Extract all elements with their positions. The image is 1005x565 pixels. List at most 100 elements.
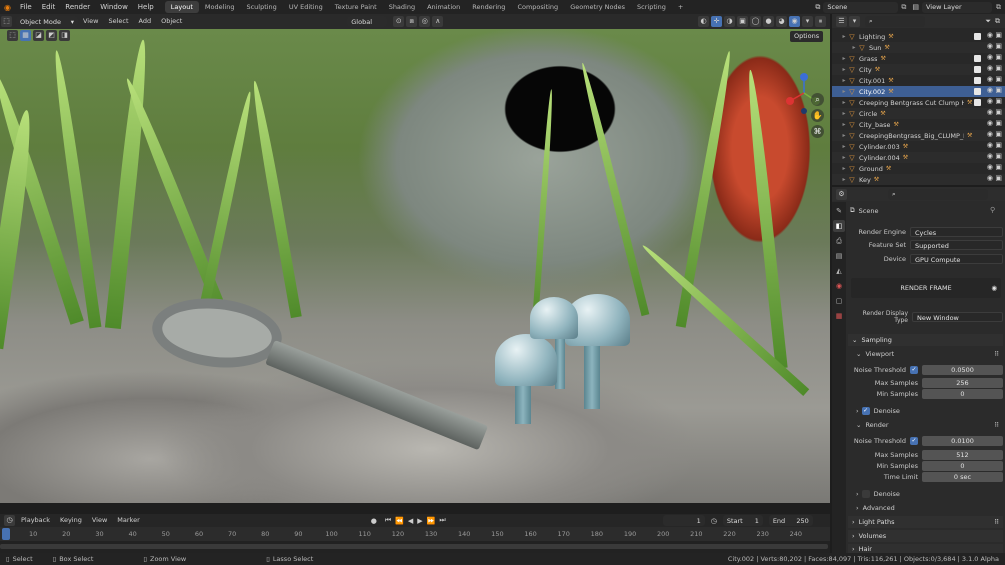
outliner-row[interactable]: ▸ ▽ City.001 ⚒ ◉ ▣ (832, 75, 1005, 86)
expand-arrow-icon[interactable]: ▸ (840, 165, 848, 172)
falloff-icon[interactable]: ∧ (432, 16, 444, 27)
workspace-tab-geometry-nodes[interactable]: Geometry Nodes (564, 1, 631, 13)
select-menu[interactable]: Select (103, 15, 133, 28)
vp-denoise-checkbox[interactable]: ✓ (861, 406, 870, 415)
render-tab-icon[interactable]: ◧ (833, 220, 845, 232)
outliner-row[interactable]: ▸ ▽ Circle ⚒ ◉ ▣ (832, 108, 1005, 119)
r-denoise-checkbox[interactable] (861, 489, 870, 498)
properties-search-input[interactable]: ⌕ (888, 188, 988, 200)
playback-menu[interactable]: Playback (16, 514, 55, 527)
menu-file[interactable]: File (15, 3, 37, 11)
drag-handle-icon[interactable]: ⠿ (994, 518, 1003, 526)
outliner-row[interactable]: ▸ ▽ Lighting ⚒ ◉ ▣ (832, 31, 1005, 42)
camera-render-icon[interactable]: ▣ (995, 152, 1002, 160)
advanced-subpanel[interactable]: › Advanced (856, 502, 1003, 513)
zoom-icon[interactable]: ⌕ (811, 93, 824, 106)
view-layer-tab-icon[interactable]: ▤ (833, 250, 845, 262)
timeline-editor-type-icon[interactable]: ◷ (4, 515, 15, 526)
collection-tab-icon[interactable]: ▢ (833, 295, 845, 307)
pin-icon[interactable]: ⚲ (990, 206, 995, 214)
render-subpanel-header[interactable]: ⌄ Render ⠿ (856, 419, 1003, 430)
outliner-row[interactable]: ▸ ▽ Ground ⚒ ◉ ▣ (832, 163, 1005, 174)
object-menu[interactable]: Object (156, 15, 187, 28)
jump-key-forward-icon[interactable]: ⏩ (425, 517, 438, 525)
tool-tab-icon[interactable]: ✎ (833, 205, 845, 217)
exclude-checkbox[interactable] (974, 55, 981, 62)
eye-icon[interactable]: ◉ (987, 174, 993, 182)
expand-arrow-icon[interactable]: ▸ (840, 55, 848, 62)
volumes-panel[interactable]: › Volumes (848, 530, 1003, 542)
add-menu[interactable]: Add (134, 15, 157, 28)
vp-min-samples-field[interactable]: 0 (922, 388, 1003, 399)
exclude-checkbox[interactable] (974, 99, 981, 106)
blender-logo-icon[interactable]: ◉ (0, 3, 15, 12)
r-noise-threshold-field[interactable]: 0.0100 (922, 435, 1003, 446)
menu-render[interactable]: Render (60, 3, 95, 11)
eye-icon[interactable]: ◉ (987, 42, 993, 50)
marker-menu[interactable]: Marker (112, 514, 144, 527)
keying-menu[interactable]: Keying (55, 514, 87, 527)
playhead[interactable] (2, 528, 10, 540)
outliner-row[interactable]: ▸ ▽ Key ⚒ ◉ ▣ (832, 174, 1005, 185)
scene-tab-icon[interactable]: ◭ (833, 265, 845, 277)
menu-window[interactable]: Window (95, 3, 133, 11)
start-frame-field[interactable]: Start 1 (722, 515, 763, 526)
outliner-editor-type-icon[interactable]: ☰ (836, 15, 847, 27)
workspace-tab-texture-paint[interactable]: Texture Paint (329, 1, 383, 13)
camera-render-icon[interactable]: ▣ (995, 163, 1002, 171)
r-denoise-subpanel[interactable]: › Denoise (856, 488, 1003, 499)
eye-icon[interactable]: ◉ (987, 152, 993, 160)
exclude-checkbox[interactable] (974, 88, 981, 95)
feature-set-dropdown[interactable]: Supported (910, 239, 1003, 250)
r-max-samples-field[interactable]: 512 (922, 449, 1003, 460)
outliner-row[interactable]: ▸ ▽ City ⚒ ◉ ▣ (832, 64, 1005, 75)
camera-render-icon[interactable]: ▣ (995, 53, 1002, 61)
device-dropdown[interactable]: GPU Compute (910, 253, 1003, 264)
eye-icon[interactable]: ◉ (987, 97, 993, 105)
current-frame-field[interactable]: 1 (662, 515, 705, 526)
camera-render-icon[interactable]: ▣ (995, 75, 1002, 83)
workspace-tab-uv-editing[interactable]: UV Editing (283, 1, 329, 13)
visibility-icon[interactable]: ◐ (698, 16, 709, 27)
workspace-tab-animation[interactable]: Animation (421, 1, 466, 13)
rendered-shading-icon[interactable]: ◉ (789, 16, 800, 27)
light-paths-panel[interactable]: › Light Paths ⠿ (848, 516, 1003, 528)
exclude-checkbox[interactable] (974, 33, 981, 40)
timeline-scrollbar[interactable] (0, 544, 828, 549)
expand-arrow-icon[interactable]: ▸ (840, 154, 848, 161)
3d-viewport[interactable]: ⌕ ✋ ⌘ ⬚ ▦ ◪ ◩ ◨ (0, 29, 830, 503)
copy-scene-icon[interactable]: ⧉ (898, 3, 909, 12)
eye-icon[interactable]: ◉ (987, 31, 993, 39)
expand-arrow-icon[interactable]: ▸ (840, 143, 848, 150)
eye-icon[interactable]: ◉ (987, 130, 993, 138)
timeline-track[interactable] (0, 541, 830, 553)
timeline-ruler[interactable]: 0102030405060708090100110120130140150160… (0, 527, 830, 541)
pivot-point-icon[interactable]: ⊙ (393, 16, 405, 27)
add-workspace-button[interactable]: + (672, 1, 689, 13)
camera-render-icon[interactable]: ▣ (995, 97, 1002, 105)
camera-view-icon[interactable]: ⌘ (811, 125, 824, 138)
camera-render-icon[interactable]: ▣ (995, 141, 1002, 149)
render-frame-button[interactable]: RENDER FRAME ◉ (851, 278, 1001, 298)
menu-edit[interactable]: Edit (37, 3, 61, 11)
mode-selector[interactable]: Object Mode ▾ (16, 16, 78, 27)
time-limit-field[interactable]: 0 sec (922, 471, 1003, 482)
select-extend-icon[interactable]: ◪ (33, 30, 44, 41)
expand-arrow-icon[interactable]: ▸ (840, 121, 848, 128)
expand-arrow-icon[interactable]: ▸ (840, 88, 848, 95)
outliner-row[interactable]: ▸ ▽ Grass ⚒ ◉ ▣ (832, 53, 1005, 64)
output-tab-icon[interactable]: ⎙ (833, 235, 845, 247)
xray-icon[interactable]: ▣ (737, 16, 748, 27)
workspace-tab-compositing[interactable]: Compositing (511, 1, 564, 13)
play-icon[interactable]: ▶ (415, 517, 424, 525)
view-menu[interactable]: View (78, 15, 103, 28)
camera-render-icon[interactable]: ▣ (995, 174, 1002, 182)
select-box-icon[interactable]: ▦ (20, 30, 31, 41)
pause-render-icon[interactable]: ⏸ (815, 16, 826, 27)
vp-max-samples-field[interactable]: 256 (922, 377, 1003, 388)
drag-handle-icon[interactable]: ⠿ (994, 350, 1003, 358)
workspace-tab-sculpting[interactable]: Sculpting (240, 1, 282, 13)
wireframe-shading-icon[interactable]: ◯ (750, 16, 761, 27)
viewport-subpanel-header[interactable]: ⌄ Viewport ⠿ (856, 348, 1003, 359)
filter-icon[interactable]: ⏷ (983, 17, 993, 26)
